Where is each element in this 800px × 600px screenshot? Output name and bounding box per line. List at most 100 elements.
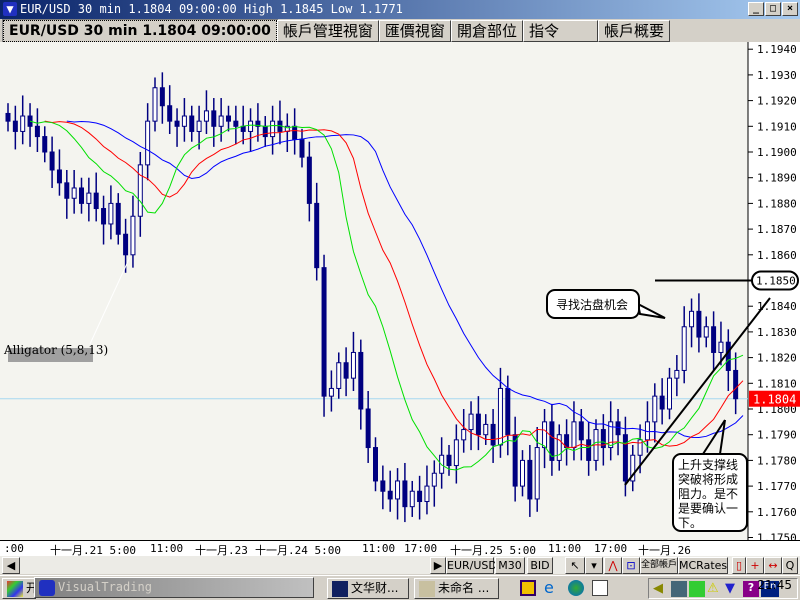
price-tick-label: 1.1790	[757, 429, 797, 442]
candle-body	[20, 115, 26, 132]
dropdown-icon[interactable]: ▾	[585, 557, 603, 574]
crosshair-icon[interactable]: +	[746, 557, 764, 574]
candle-icon[interactable]: ▯	[732, 557, 746, 574]
tab-account-management[interactable]: 帳戶管理視窗	[276, 20, 379, 42]
candle-body	[123, 233, 129, 256]
taskbar-item-untitled[interactable]: 未命名 ...	[414, 578, 499, 599]
windows-logo-icon	[7, 580, 23, 597]
candle-body	[137, 164, 143, 217]
close-button[interactable]: ×	[782, 2, 798, 16]
candle-body	[703, 326, 709, 338]
tab-account-summary[interactable]: 帳戶概要	[597, 20, 670, 42]
tab-chart[interactable]: EUR/USD 30 min 1.1804 09:00:00	[2, 19, 278, 43]
indicator-label-pointer	[89, 256, 131, 345]
price-chart[interactable]: 1.1940 1.1930 1.1920 1.1910 1.1900 1.1890 1.18…	[0, 42, 800, 540]
candle-body	[343, 362, 349, 379]
visualtrading-icon	[39, 579, 55, 596]
callout-text-sell: 寻找沽盘机会	[556, 297, 628, 312]
candle-body	[211, 110, 217, 127]
candle-body	[56, 169, 62, 184]
line-tool-icon[interactable]: ⋀	[604, 557, 622, 574]
candle-body	[733, 369, 739, 400]
candle-body	[240, 125, 246, 132]
scroll-left-button[interactable]: ◀	[2, 557, 20, 574]
scroll-right-button[interactable]: ▶	[430, 557, 446, 574]
cursor-icon[interactable]: ↖	[565, 557, 585, 574]
price-tick-label: 1.1780	[757, 454, 797, 467]
account-button[interactable]: 全部帳戶	[640, 557, 678, 574]
candle-body	[248, 120, 254, 132]
candle-body	[659, 395, 665, 410]
taskbar-label: 未命名 ...	[438, 581, 490, 595]
warning-icon[interactable]: ⚠	[707, 581, 723, 597]
callout-line: 下。	[678, 516, 702, 530]
ie-icon[interactable]: e	[544, 580, 560, 596]
candle-body	[218, 115, 224, 127]
time-tick-label: 11:00	[548, 542, 582, 555]
tab-open-positions[interactable]: 開倉部位	[450, 20, 523, 42]
candle-body	[358, 351, 364, 410]
candle-body	[534, 447, 540, 500]
globe-icon[interactable]	[568, 580, 584, 596]
price-tick-label: 1.1880	[757, 197, 797, 210]
media-player-icon[interactable]	[520, 580, 536, 596]
time-tick-label: 17:00	[404, 542, 438, 555]
chart-canvas[interactable]: 1.1940 1.1930 1.1920 1.1910 1.1900 1.1890 1.18…	[0, 42, 800, 540]
candle-body	[475, 413, 481, 436]
volume-icon[interactable]: ◀	[653, 581, 669, 597]
start-button[interactable]: 开	[2, 578, 36, 599]
zoom-tool-icon[interactable]: ⊡	[622, 557, 640, 574]
candle-body	[71, 187, 77, 199]
price-tick-label: 1.1890	[757, 172, 797, 185]
price-type-button[interactable]: BID	[527, 557, 553, 574]
chart-toolbar: ◀ ▶ EUR/USD M30 BID ↖ ▾ ⋀ ⊡ 全部帳戶 MCRates…	[0, 556, 800, 574]
candle-body	[64, 182, 70, 199]
scale-icon[interactable]: ↔	[764, 557, 782, 574]
indicator-label: Alligator (5,8,13)	[3, 343, 108, 357]
candle-body	[667, 377, 672, 410]
candle-body	[130, 215, 136, 256]
callout-line: 阻力。是不	[678, 487, 738, 501]
period-button[interactable]: M30	[495, 557, 525, 574]
price-tick-label: 1.1750	[757, 532, 797, 541]
candle-body	[387, 490, 393, 500]
notepad-icon[interactable]	[592, 580, 608, 596]
candle-body	[226, 115, 231, 122]
candle-body	[586, 439, 592, 461]
price-tick-label: 1.1870	[757, 223, 797, 236]
maximize-button[interactable]: □	[765, 2, 781, 16]
drive-icon[interactable]	[671, 581, 687, 597]
q-button[interactable]: Q	[782, 557, 798, 574]
marked-level-label: 1.1850	[756, 275, 796, 288]
candle-body	[152, 87, 158, 122]
taskbar-item-wenhua[interactable]: 文华财...	[327, 578, 409, 599]
taskbar: 开 VisualTrading 文华财... 未命名 ... e ◀ ⚠ ▼ ?…	[0, 575, 800, 600]
tab-quotes[interactable]: 匯價視窗	[378, 20, 451, 42]
candle-body	[159, 87, 165, 107]
candle-body	[402, 480, 408, 508]
price-tick-label: 1.1810	[757, 377, 797, 390]
candle-body	[615, 421, 621, 436]
candle-body	[446, 454, 452, 467]
candle-body	[571, 421, 577, 449]
scrollbar-track[interactable]	[30, 557, 38, 574]
candle-body	[461, 429, 467, 441]
minimize-button[interactable]: _	[748, 2, 764, 16]
candle-body	[292, 125, 298, 140]
taskbar-item-visualtrading[interactable]: VisualTrading	[34, 577, 314, 598]
tab-orders[interactable]: 指令	[522, 20, 598, 42]
app-logo-icon: ▼	[3, 2, 17, 16]
candle-body	[497, 387, 503, 446]
price-tick-label: 1.1830	[757, 326, 797, 339]
symbol-button[interactable]: EUR/USD	[446, 557, 497, 574]
candle-body	[93, 192, 99, 210]
rates-button[interactable]: MCRates	[678, 557, 728, 574]
candle-body	[262, 125, 268, 138]
visualtrading-tray-icon[interactable]: ▼	[725, 581, 741, 597]
candle-body	[12, 120, 18, 132]
window-title: EUR/USD 30 min 1.1804 09:00:00 High 1.18…	[20, 2, 403, 16]
time-axis: :00 十一月.21 5:00 11:00 十一月.23 十一月.24 5:00 11:0…	[0, 540, 800, 557]
network-icon[interactable]	[689, 581, 705, 597]
time-tick-label: :00	[4, 542, 24, 555]
candle-body	[101, 208, 107, 225]
